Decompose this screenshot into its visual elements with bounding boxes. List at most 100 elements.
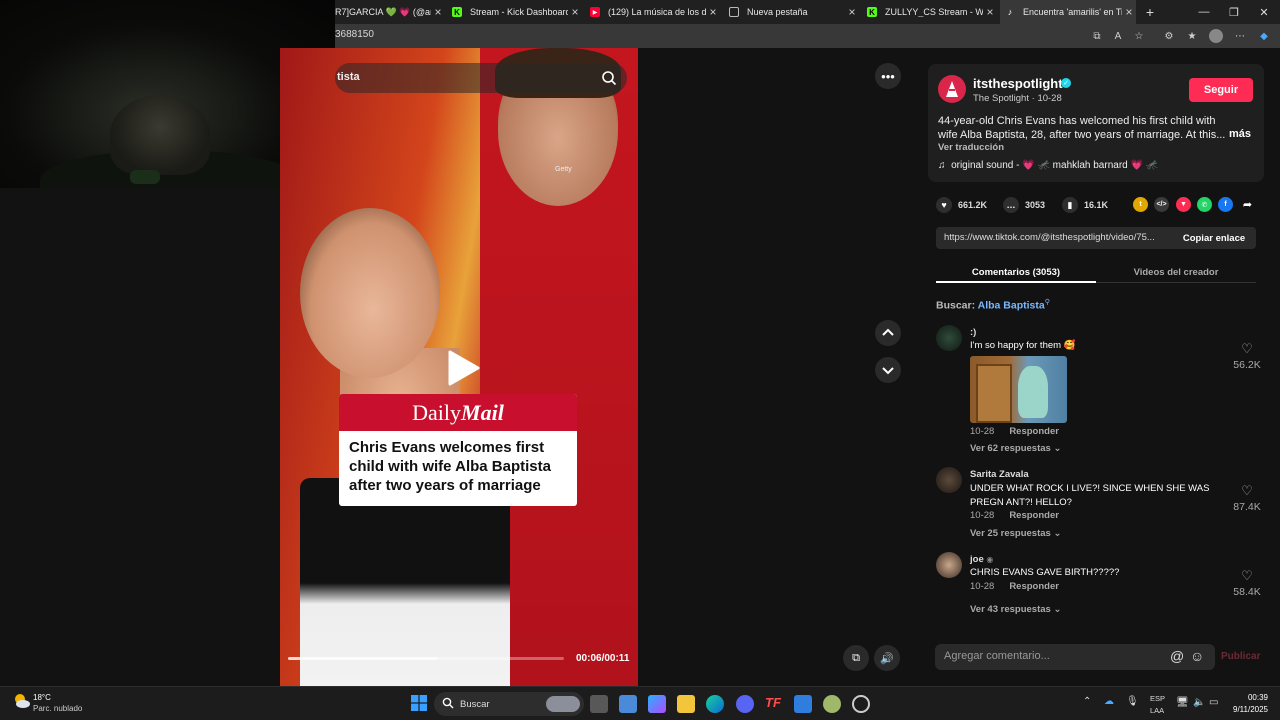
profile-avatar[interactable]: [1209, 29, 1223, 43]
tab-comments[interactable]: Comentarios (3053): [936, 261, 1096, 283]
clock-time[interactable]: 00:39: [1236, 693, 1268, 702]
comment-date: 10-28: [970, 426, 995, 437]
webcam-microphone: [130, 170, 160, 184]
sound-link[interactable]: ♫ original sound - 💗 🦟 mahklah barnard 💗…: [938, 160, 1158, 171]
close-window-icon[interactable]: ✕: [1248, 0, 1280, 24]
language-code[interactable]: ESP: [1150, 694, 1165, 703]
weather-icon[interactable]: [12, 691, 32, 711]
more-menu-icon[interactable]: ⋯: [1233, 29, 1247, 43]
search-icon[interactable]: [601, 70, 617, 86]
new-tab-button[interactable]: +: [1134, 0, 1166, 24]
copilot-app-icon[interactable]: [648, 695, 666, 713]
comment-author[interactable]: Sarita Zavala: [970, 469, 1029, 480]
network-icon[interactable]: 🖥: [1176, 697, 1189, 708]
view-replies-link[interactable]: Ver 25 respuestas ⌄: [970, 528, 1061, 539]
edge-browser-icon[interactable]: [706, 695, 724, 713]
task-view-icon[interactable]: [590, 695, 608, 713]
translate-link[interactable]: Ver traducción: [938, 142, 1004, 153]
publish-button[interactable]: Publicar: [1221, 651, 1260, 662]
comment-author[interactable]: :): [970, 327, 976, 338]
play-icon[interactable]: [442, 348, 482, 388]
close-tab-icon[interactable]: ×: [431, 5, 445, 19]
close-tab-icon[interactable]: ×: [568, 5, 582, 19]
browser-tab[interactable]: K Stream - Kick Dashboard ×: [452, 0, 582, 24]
reply-button[interactable]: Responder: [1009, 510, 1059, 521]
app-icon[interactable]: [794, 695, 812, 713]
close-tab-icon[interactable]: ×: [706, 5, 720, 19]
embed-icon[interactable]: </>: [1154, 197, 1169, 212]
next-video-button[interactable]: [875, 357, 901, 383]
microphone-icon[interactable]: 🎙: [1126, 696, 1139, 707]
video-player[interactable]: Getty Daily Mail Chris Evans welcomes fir…: [280, 48, 638, 686]
view-replies-link[interactable]: Ver 43 respuestas ⌄: [970, 604, 1061, 615]
reply-button[interactable]: Responder: [1009, 426, 1059, 437]
like-button[interactable]: ♥ 661.2K: [936, 197, 987, 213]
store-icon[interactable]: [619, 695, 637, 713]
favorite-star-icon[interactable]: ☆: [1132, 29, 1146, 43]
coin-share-icon[interactable]: t: [1133, 197, 1148, 212]
browser-tab[interactable]: Nueva pestaña ×: [729, 0, 859, 24]
comment-like-button[interactable]: ♡ 58.4K: [1227, 569, 1267, 598]
creator-avatar[interactable]: [938, 75, 966, 103]
app-icon[interactable]: [852, 695, 870, 713]
read-aloud-icon[interactable]: A: [1111, 29, 1125, 43]
tf-app-icon[interactable]: TF: [765, 695, 783, 713]
browser-tab-active[interactable]: ♪ Encuentra 'amarilis' en TikT ×: [1000, 0, 1136, 24]
video-progress-bar[interactable]: [288, 657, 564, 660]
extensions-icon[interactable]: ⚙: [1162, 29, 1176, 43]
comment-author[interactable]: joe ◉: [970, 554, 993, 565]
video-search-bar[interactable]: tista: [335, 63, 627, 93]
facebook-icon[interactable]: f: [1218, 197, 1233, 212]
save-button[interactable]: ▮ 16.1K: [1062, 197, 1108, 213]
comment-like-count: 87.4K: [1233, 501, 1261, 513]
onedrive-icon[interactable]: ☁: [1104, 696, 1114, 707]
tray-chevron-icon[interactable]: ⌃: [1083, 696, 1091, 707]
tab-label: ZULLYY_CS Stream - Watch: [885, 7, 983, 17]
mention-icon[interactable]: @: [1170, 648, 1184, 664]
clock-date[interactable]: 9/11/2025: [1222, 705, 1268, 714]
verified-badge-icon: ✓: [1061, 78, 1071, 88]
browser-tab[interactable]: ▶ (129) La música de los direc ×: [590, 0, 720, 24]
url-text[interactable]: 3688150: [335, 29, 374, 40]
comment-button[interactable]: … 3053: [1003, 197, 1045, 213]
copilot-icon[interactable]: ◆: [1257, 29, 1271, 43]
view-replies-link[interactable]: Ver 62 respuestas ⌄: [970, 443, 1061, 454]
copy-link-button[interactable]: Copiar enlace: [1172, 227, 1256, 249]
file-explorer-icon[interactable]: [677, 695, 695, 713]
emoji-icon[interactable]: ☺: [1190, 648, 1204, 664]
maximize-icon[interactable]: ❐: [1218, 0, 1250, 24]
comment-like-button[interactable]: ♡ 56.2K: [1227, 342, 1267, 371]
open-app-icon[interactable]: ⧉: [1090, 29, 1104, 43]
tab-creator-videos[interactable]: Videos del creador: [1096, 261, 1256, 283]
creator-username[interactable]: itsthespotlight: [973, 76, 1063, 91]
reply-button[interactable]: Responder: [1009, 581, 1059, 592]
app-icon[interactable]: [823, 695, 841, 713]
close-tab-icon[interactable]: ×: [845, 5, 859, 19]
avatar[interactable]: [936, 467, 962, 493]
previous-video-button[interactable]: [875, 320, 901, 346]
floating-player-icon[interactable]: ⧉: [843, 645, 869, 671]
share-arrow-icon[interactable]: ➦: [1240, 197, 1255, 212]
video-progress-fill: [288, 657, 439, 660]
browser-tab[interactable]: R7]GARCIA 💚 💗 (@anit ×: [335, 0, 445, 24]
browser-tab[interactable]: K ZULLYY_CS Stream - Watch ×: [867, 0, 997, 24]
minimize-icon[interactable]: —: [1188, 0, 1220, 24]
volume-icon[interactable]: 🔊: [874, 645, 900, 671]
avatar[interactable]: [936, 325, 962, 351]
whatsapp-icon[interactable]: ✆: [1197, 197, 1212, 212]
discord-icon[interactable]: [736, 695, 754, 713]
follow-button[interactable]: Seguir: [1189, 78, 1253, 102]
volume-tray-icon[interactable]: 🔈: [1193, 697, 1205, 708]
search-suggestion[interactable]: Buscar: Alba Baptista⚲: [936, 298, 1050, 312]
favorites-icon[interactable]: ★: [1185, 29, 1199, 43]
more-options-icon[interactable]: •••: [875, 63, 901, 89]
avatar[interactable]: [936, 552, 962, 578]
send-to-friends-icon[interactable]: ▼: [1176, 197, 1191, 212]
keyboard-layout[interactable]: LAA: [1150, 706, 1164, 715]
close-tab-icon[interactable]: ×: [983, 5, 997, 19]
video-link[interactable]: https://www.tiktok.com/@itsthespotlight/…: [944, 232, 1172, 243]
windows-start-icon[interactable]: [411, 695, 427, 711]
comment-like-button[interactable]: ♡ 87.4K: [1227, 484, 1267, 513]
battery-icon[interactable]: ▭: [1209, 697, 1218, 708]
more-description-link[interactable]: más: [1229, 128, 1251, 140]
